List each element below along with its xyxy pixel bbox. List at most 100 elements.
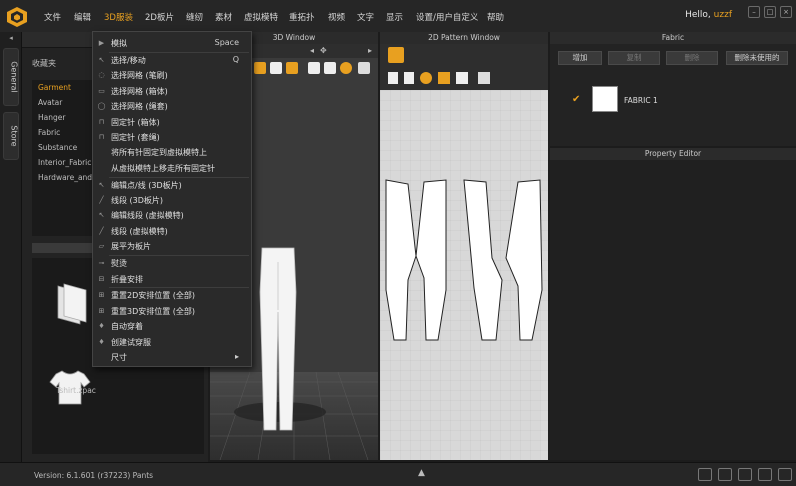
dropdown-item-label: 固定针 (套绳) — [111, 132, 160, 142]
tool-icon[interactable] — [388, 72, 398, 84]
dropdown-item[interactable]: ◌ 选择网格 (笔刷) — [93, 68, 251, 83]
tree-item-interior-fabric[interactable]: Interior_Fabric — [38, 158, 91, 167]
2d-pattern-window[interactable]: 2D Pattern Window ✕ — [380, 32, 548, 460]
select-move-icon: ↖ — [98, 55, 105, 64]
dropdown-item[interactable]: ▱ 展平为板片 — [93, 239, 251, 254]
dropdown-item-label: 编辑线段 (虚拟模特) — [111, 211, 184, 221]
dropdown-item[interactable]: ⊞ 重置2D安排位置 (全部) — [93, 288, 251, 303]
toolbar-icon[interactable]: ▸ — [368, 46, 372, 55]
menu-video[interactable]: 视频 — [328, 11, 345, 23]
tab-general[interactable]: General — [3, 48, 19, 106]
dropdown-item[interactable]: ⊸ 熨烫 — [93, 256, 251, 271]
layout-2d-icon[interactable] — [758, 468, 772, 481]
toolbar-icon[interactable]: ◂ — [310, 46, 314, 55]
dropdown-item[interactable]: ↖ 选择/移动 Q — [93, 53, 251, 68]
status-bar: Version: 6.1.601 (r37223) Pants ▲ — [0, 462, 796, 486]
avatar-icon[interactable] — [324, 62, 336, 74]
export-icon[interactable] — [478, 72, 490, 84]
texture-icon[interactable] — [286, 62, 298, 74]
app-logo-icon[interactable] — [6, 6, 28, 28]
minimize-icon[interactable]: – — [748, 6, 760, 18]
dropdown-item[interactable]: 尺寸 ▸ — [93, 350, 251, 365]
color-icon[interactable] — [420, 72, 432, 84]
dropdown-item[interactable]: ♦ 自动穿着 — [93, 319, 251, 334]
dropdown-item[interactable]: ↖ 编辑点/线 (3D板片) — [93, 178, 251, 193]
color-icon[interactable] — [340, 62, 352, 74]
tree-item-fabric[interactable]: Fabric — [38, 128, 60, 137]
menu-file[interactable]: 文件 — [44, 11, 61, 23]
dropdown-item[interactable]: ⊞ 重置3D安排位置 (全部) — [93, 304, 251, 319]
menu-retopology[interactable]: 重拓扑 — [289, 11, 315, 23]
dropdown-item-label: 选择网格 (箱体) — [111, 86, 168, 96]
settings-icon[interactable] — [778, 468, 792, 481]
dropdown-item[interactable]: ▶ 模拟 Space — [93, 36, 251, 51]
avatar-icon[interactable] — [254, 62, 266, 74]
version-status: Version: 6.1.601 (r37223) Pants — [34, 471, 154, 480]
2d-window-title: 2D Pattern Window — [380, 32, 548, 44]
menu-edit[interactable]: 编辑 — [74, 11, 91, 23]
tree-item-garment[interactable]: Garment — [38, 83, 71, 92]
dropdown-item-label: 熨烫 — [111, 259, 127, 269]
dropdown-item[interactable]: ⊓ 固定针 (箱体) — [93, 115, 251, 130]
fabric-list-item[interactable]: ✔ FABRIC 1 — [568, 86, 788, 114]
tree-item-hanger[interactable]: Hanger — [38, 113, 65, 122]
dropdown-item[interactable]: ╱ 线段 (虚拟模特) — [93, 224, 251, 239]
menu-text[interactable]: 文字 — [357, 11, 374, 23]
tool-icon[interactable] — [404, 72, 414, 84]
dropdown-item-label: 展平为板片 — [111, 242, 151, 252]
menu-help[interactable]: 帮助 — [487, 11, 504, 23]
tree-item-avatar[interactable]: Avatar — [38, 98, 62, 107]
avatar-icon[interactable] — [270, 62, 282, 74]
folder-icon[interactable] — [54, 282, 90, 326]
menu-avatar[interactable]: 虚拟模特 — [244, 11, 278, 23]
shirt-icon[interactable] — [308, 62, 320, 74]
dropdown-item[interactable]: ◯ 选择网格 (绳套) — [93, 99, 251, 114]
username[interactable]: uzzf — [714, 10, 732, 20]
collapse-arrow-icon[interactable]: ◂ — [3, 34, 19, 44]
menu-materials[interactable]: 素材 — [215, 11, 232, 23]
dropdown-item[interactable]: 将所有针固定到虚拟模特上 — [93, 145, 251, 160]
delete-fabric-button[interactable]: 删除 — [666, 51, 718, 65]
dropdown-item[interactable]: ▭ 选择网格 (箱体) — [93, 84, 251, 99]
fabric-name: FABRIC 1 — [624, 96, 658, 105]
segment-avatar-icon: ╱ — [99, 226, 104, 235]
dropdown-item[interactable]: ⊟ 折叠安排 — [93, 272, 251, 287]
layout-split-icon[interactable] — [718, 468, 732, 481]
copy-fabric-button[interactable]: 复制 — [608, 51, 660, 65]
tab-store[interactable]: Store — [3, 112, 19, 160]
pin-lasso-icon: ⊓ — [98, 132, 105, 141]
menu-settings[interactable]: 设置/用户自定义 — [416, 11, 478, 23]
edit-segment-icon: ↖ — [98, 211, 105, 220]
2d-select-icon[interactable] — [388, 47, 404, 63]
menu-2d-pattern[interactable]: 2D板片 — [145, 11, 174, 23]
delete-unused-button[interactable]: 删除未使用的 — [726, 51, 788, 65]
dropdown-item[interactable]: ╱ 线段 (3D板片) — [93, 193, 251, 208]
menu-sewing[interactable]: 缝纫 — [186, 11, 203, 23]
expand-up-icon[interactable]: ▲ — [418, 468, 425, 478]
menu-display[interactable]: 显示 — [386, 11, 403, 23]
dropdown-item-shortcut: Space — [214, 38, 239, 47]
export-icon[interactable] — [358, 62, 370, 74]
tree-item-substance[interactable]: Substance — [38, 143, 77, 152]
greeting-text: Hello, — [685, 10, 714, 20]
dropdown-item-label: 编辑点/线 (3D板片) — [111, 180, 182, 190]
property-editor-panel: Property Editor — [550, 148, 796, 460]
dropdown-item-label: 重置2D安排位置 (全部) — [111, 291, 196, 301]
greeting: Hello, uzzf — [685, 10, 732, 20]
dropdown-item[interactable]: ♦ 创建试穿服 — [93, 335, 251, 350]
add-fabric-button[interactable]: 增加 — [558, 51, 602, 65]
shirt-icon[interactable] — [456, 72, 468, 84]
texture-icon[interactable] — [438, 72, 450, 84]
toolbar-icon[interactable]: ✥ — [320, 46, 327, 55]
close-icon[interactable]: × — [780, 6, 792, 18]
fitting-icon: ♦ — [98, 337, 105, 346]
file-label-tshirt: Tshirt.zpac — [56, 386, 96, 395]
dropdown-item[interactable]: ⊓ 固定针 (套绳) — [93, 130, 251, 145]
dropdown-item[interactable]: 从虚拟模特上移走所有固定针 — [93, 161, 251, 176]
layout-3d-icon[interactable] — [738, 468, 752, 481]
dropdown-item[interactable]: ↖ 编辑线段 (虚拟模特) — [93, 208, 251, 223]
layout-icon[interactable] — [698, 468, 712, 481]
maximize-icon[interactable]: □ — [764, 6, 776, 18]
menu-3d-garment[interactable]: 3D服装 — [104, 11, 133, 23]
fabric-panel: Fabric 增加 复制 删除 删除未使用的 ✔ FABRIC 1 — [550, 32, 796, 146]
